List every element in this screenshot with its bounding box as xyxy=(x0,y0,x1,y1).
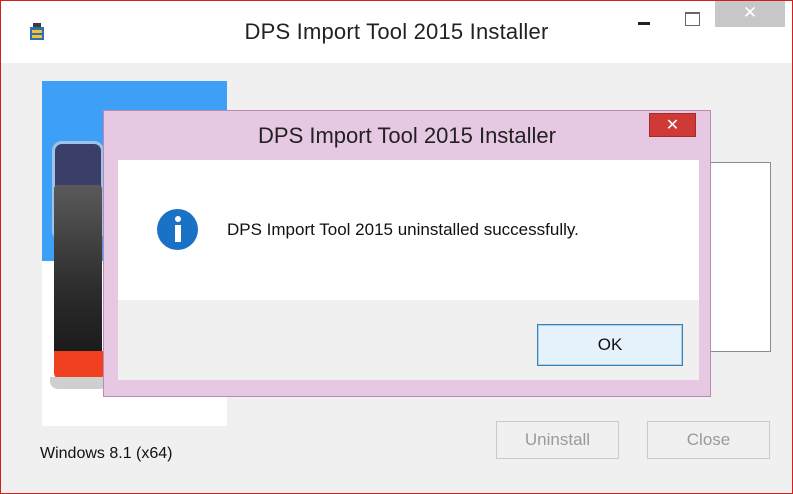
ok-button[interactable]: OK xyxy=(537,324,683,366)
dialog-footer: OK xyxy=(118,300,699,380)
dialog-body: DPS Import Tool 2015 uninstalled success… xyxy=(118,160,699,300)
tower-rim-graphic xyxy=(50,377,108,389)
dialog-message: DPS Import Tool 2015 uninstalled success… xyxy=(227,220,579,239)
dialog-close-button[interactable]: ✕ xyxy=(649,113,696,137)
window-close-button[interactable]: ✕ xyxy=(715,1,785,27)
computer-tower-graphic xyxy=(54,185,102,355)
title-bar: DPS Import Tool 2015 Installer ✕ xyxy=(1,1,792,63)
minimize-button[interactable] xyxy=(629,1,659,31)
status-panel xyxy=(707,162,771,352)
os-version-label: Windows 8.1 (x64) xyxy=(40,445,173,462)
close-icon: ✕ xyxy=(742,3,758,22)
dialog-title: DPS Import Tool 2015 Installer xyxy=(258,123,556,148)
tower-base-graphic xyxy=(54,351,104,379)
close-button[interactable]: Close xyxy=(647,421,770,459)
close-icon: ✕ xyxy=(665,117,680,134)
uninstall-button[interactable]: Uninstall xyxy=(496,421,619,459)
info-icon xyxy=(157,209,198,250)
window-title: DPS Import Tool 2015 Installer xyxy=(244,19,549,44)
maximize-button[interactable] xyxy=(677,1,707,31)
message-dialog: DPS Import Tool 2015 Installer ✕ DPS Imp… xyxy=(103,110,711,397)
